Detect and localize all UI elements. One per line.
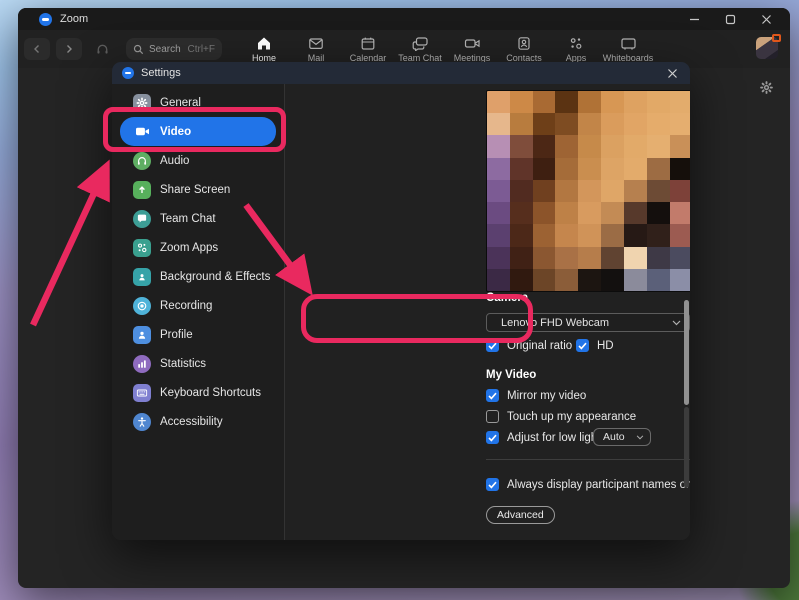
sidebar-item-profile[interactable]: Profile: [120, 320, 276, 349]
zoom-logo-icon: [122, 67, 134, 79]
record-circle-icon: [133, 297, 151, 315]
mirror-row[interactable]: Mirror my video: [486, 389, 586, 402]
advanced-button[interactable]: Advanced: [486, 506, 555, 524]
person-icon: [133, 326, 151, 344]
chevron-down-icon: [636, 435, 644, 440]
low-light-select[interactable]: Auto: [593, 428, 651, 446]
share-screen-icon: [133, 181, 151, 199]
low-light-select-value: Auto: [603, 431, 625, 443]
participant-names-checkbox[interactable]: [486, 478, 499, 491]
mail-icon: [308, 36, 324, 51]
calendar-icon: [360, 36, 376, 51]
chat-icon: [412, 36, 429, 51]
sidebar-item-background-effects[interactable]: Background & Effects: [120, 262, 276, 291]
sidebar-item-team-chat[interactable]: Team Chat: [120, 204, 276, 233]
camera-preview: [486, 90, 690, 292]
low-light-row[interactable]: Adjust for low light: [486, 431, 600, 444]
search-icon: [133, 44, 144, 55]
chevron-down-icon: [672, 320, 681, 326]
scrollbar-track[interactable]: [684, 407, 689, 488]
chat-bubble-icon: [133, 210, 151, 228]
accessibility-icon: [133, 413, 151, 431]
nav-tab-home[interactable]: Home: [238, 36, 290, 63]
sidebar-item-zoom-apps[interactable]: Zoom Apps: [120, 233, 276, 262]
window-title: Zoom: [60, 13, 88, 25]
section-divider: [486, 459, 690, 460]
status-badge: [772, 34, 781, 42]
desktop: Zoom Search Ctrl+F: [0, 0, 799, 600]
settings-close-button[interactable]: [664, 65, 680, 81]
maximize-button[interactable]: [724, 13, 736, 25]
participant-names-row[interactable]: Always display participant names on thei…: [486, 478, 690, 491]
nav-tab-meetings[interactable]: Meetings: [446, 36, 498, 63]
scrollbar-thumb[interactable]: [684, 300, 689, 405]
camera-preview-image: [487, 91, 690, 291]
sidebar-item-statistics[interactable]: Statistics: [120, 349, 276, 378]
forward-button[interactable]: [56, 38, 82, 60]
touch-up-row[interactable]: Touch up my appearance: [486, 410, 636, 423]
bar-chart-icon: [133, 355, 151, 373]
nav-tab-whiteboards[interactable]: Whiteboards: [602, 36, 654, 63]
low-light-checkbox[interactable]: [486, 431, 499, 444]
minimize-button[interactable]: [688, 13, 700, 25]
my-video-heading: My Video: [486, 369, 536, 381]
annotation-box-video: [103, 107, 286, 152]
settings-sidebar: General Video Audio Share Screen: [112, 84, 285, 540]
contact-card-icon: [516, 36, 532, 51]
nav-tabs: Home Mail Calendar Team Chat Meetings: [238, 36, 654, 63]
search-placeholder: Search: [149, 44, 181, 55]
window-titlebar[interactable]: Zoom: [18, 8, 790, 30]
sidebar-item-share-screen[interactable]: Share Screen: [120, 175, 276, 204]
back-button[interactable]: [24, 38, 50, 60]
settings-gear-icon[interactable]: [759, 80, 774, 95]
person-frame-icon: [133, 268, 151, 286]
headphones-icon: [133, 152, 151, 170]
sidebar-item-accessibility[interactable]: Accessibility: [120, 407, 276, 436]
nav-tab-team-chat[interactable]: Team Chat: [394, 36, 446, 63]
nav-tab-calendar[interactable]: Calendar: [342, 36, 394, 63]
close-button[interactable]: [760, 13, 772, 25]
annotation-box-camera: [301, 294, 533, 343]
settings-title: Settings: [141, 67, 181, 79]
hd-checkbox[interactable]: [576, 339, 589, 352]
apps-dots-icon: [568, 36, 584, 51]
nav-tab-mail[interactable]: Mail: [290, 36, 342, 63]
touch-up-checkbox[interactable]: [486, 410, 499, 423]
search-shortcut: Ctrl+F: [188, 44, 216, 55]
whiteboard-icon: [620, 36, 637, 51]
hd-row[interactable]: HD: [576, 339, 614, 352]
home-icon: [256, 36, 272, 51]
mirror-checkbox[interactable]: [486, 389, 499, 402]
video-camera-icon: [464, 36, 481, 51]
sidebar-item-keyboard-shortcuts[interactable]: Keyboard Shortcuts: [120, 378, 276, 407]
keyboard-icon: [133, 384, 151, 402]
zoom-logo-icon: [39, 13, 52, 26]
nav-tab-contacts[interactable]: Contacts: [498, 36, 550, 63]
nav-tab-apps[interactable]: Apps: [550, 36, 602, 63]
apps-dots-icon: [133, 239, 151, 257]
sidebar-item-recording[interactable]: Recording: [120, 291, 276, 320]
headset-icon[interactable]: [90, 37, 114, 61]
user-avatar[interactable]: [756, 37, 778, 59]
settings-titlebar[interactable]: Settings: [112, 62, 690, 84]
search-input[interactable]: Search Ctrl+F: [126, 38, 222, 60]
